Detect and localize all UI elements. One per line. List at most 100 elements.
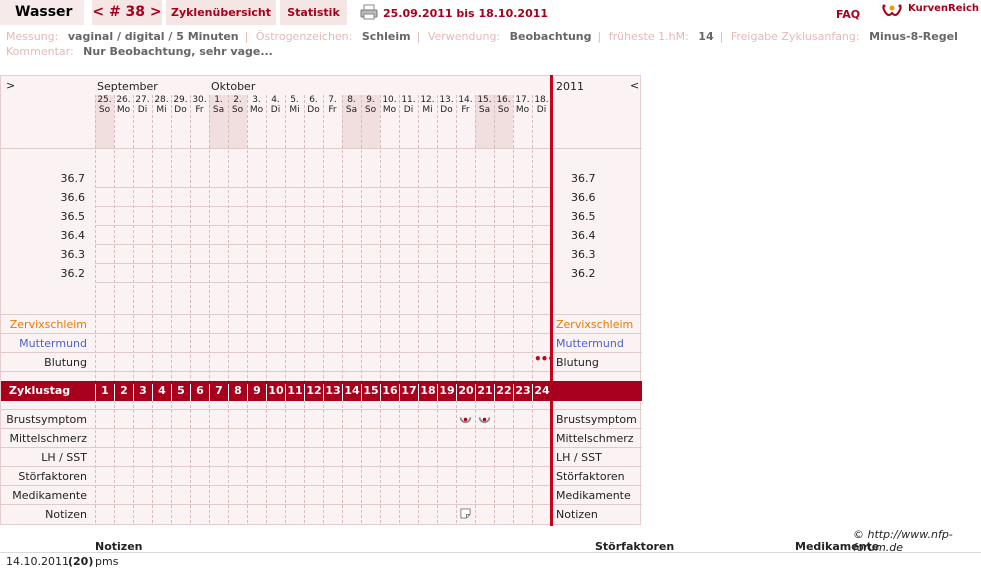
day-header[interactable]: 8. Sa	[342, 95, 361, 149]
faq-link[interactable]: FAQ	[836, 8, 860, 21]
cycle-day-number[interactable]: 6	[190, 384, 209, 401]
tab-statistik[interactable]: Statistik	[280, 0, 347, 25]
day-header[interactable]: 28. Mi	[152, 95, 171, 149]
cycle-day-number[interactable]: 18	[418, 384, 437, 401]
row-label-bottom-0[interactable]: Brustsymptom	[1, 413, 87, 426]
row-label-bottom-right-5[interactable]: Notizen	[556, 508, 598, 521]
day-header[interactable]: 30. Fr	[190, 95, 209, 149]
row-label-bottom-right-3[interactable]: Störfaktoren	[556, 470, 625, 483]
day-header[interactable]: 17. Mo	[513, 95, 532, 149]
logo-text[interactable]: KurvenReich	[908, 3, 979, 14]
row-label-1[interactable]: Muttermund	[1, 337, 87, 350]
cycle-day-number[interactable]: 4	[152, 384, 171, 401]
day-header[interactable]: 29. Do	[171, 95, 190, 149]
row-label-bottom-right-4[interactable]: Medikamente	[556, 489, 631, 502]
day-header[interactable]: 6. Do	[304, 95, 323, 149]
nav-prev[interactable]: >	[6, 79, 15, 92]
printer-icon[interactable]	[360, 4, 378, 20]
day-gridline	[380, 95, 381, 523]
day-header[interactable]: 4. Di	[266, 95, 285, 149]
day-header[interactable]: 14. Fr	[456, 95, 475, 149]
day-header[interactable]: 12. Mi	[418, 95, 437, 149]
temperature-gridline	[95, 225, 551, 226]
meta-line-1: Messung: vaginal / digital / 5 Minuten | …	[6, 30, 958, 43]
cycle-day-number[interactable]: 19	[437, 384, 456, 401]
row-label-bottom-3[interactable]: Störfaktoren	[1, 470, 87, 483]
row-label-0[interactable]: Zervixschleim	[1, 318, 87, 331]
row-label-bottom-right-0[interactable]: Brustsymptom	[556, 413, 637, 426]
row-label-right-1[interactable]: Muttermund	[556, 337, 624, 350]
day-date: 8.	[347, 95, 356, 105]
day-header[interactable]: 3. Mo	[247, 95, 266, 149]
cycle-day-number[interactable]: 16	[380, 384, 399, 401]
day-header[interactable]: 26. Mo	[114, 95, 133, 149]
day-gridline	[171, 95, 172, 523]
day-header[interactable]: 18. Di	[532, 95, 551, 149]
cycle-day-number[interactable]: 13	[323, 384, 342, 401]
temperature-gridline	[95, 206, 551, 207]
cycle-day-number[interactable]: 24	[532, 384, 551, 401]
row-label-2[interactable]: Blutung	[1, 356, 87, 369]
cycle-nav[interactable]: < # 38 >	[92, 0, 162, 25]
day-header[interactable]: 1. Sa	[209, 95, 228, 149]
cycle-day-number[interactable]: 14	[342, 384, 361, 401]
freigabe-value: Minus-8-Regel	[869, 30, 958, 43]
note-text: pms	[95, 555, 119, 568]
freigabe-label: Freigabe Zyklusanfang:	[730, 30, 860, 43]
cycle-day-number[interactable]: 21	[475, 384, 494, 401]
cycle-day-number[interactable]: 20	[456, 384, 475, 401]
day-header[interactable]: 16. So	[494, 95, 513, 149]
day-date: 14.	[458, 95, 473, 105]
cycle-day-number[interactable]: 23	[513, 384, 532, 401]
note-icon[interactable]	[460, 508, 471, 519]
day-weekday: Di	[270, 105, 281, 115]
row-label-bottom-1[interactable]: Mittelschmerz	[1, 432, 87, 445]
cycle-day-number[interactable]: 2	[114, 384, 133, 401]
cycle-chart: > < 2011 25. So 26. Mo 27. Di 28. Mi 29. Do 30. Fr 1…	[0, 75, 642, 526]
day-gridline	[266, 95, 267, 523]
day-gridline	[209, 95, 210, 523]
row-label-bottom-4[interactable]: Medikamente	[1, 489, 87, 502]
nav-next[interactable]: <	[630, 79, 639, 92]
temperature-gridline	[95, 187, 551, 188]
day-header[interactable]: 2. So	[228, 95, 247, 149]
breast-symptom-icon[interactable]	[478, 413, 491, 426]
row-label-bottom-right-1[interactable]: Mittelschmerz	[556, 432, 634, 445]
row-label-bottom-right-2[interactable]: LH / SST	[556, 451, 602, 464]
cycle-day-number[interactable]: 5	[171, 384, 190, 401]
row-label-right-0[interactable]: Zervixschleim	[556, 318, 633, 331]
cycle-day-number[interactable]: 11	[285, 384, 304, 401]
note-cycle-day: (20)	[68, 555, 94, 568]
messung-label: Messung:	[6, 30, 59, 43]
day-gridline	[513, 95, 514, 523]
cycle-day-number[interactable]: 9	[247, 384, 266, 401]
day-date: 29.	[173, 95, 188, 105]
cycle-day-number[interactable]: 17	[399, 384, 418, 401]
day-header[interactable]: 25. So	[95, 95, 114, 149]
cycle-day-number[interactable]: 12	[304, 384, 323, 401]
day-weekday: Di	[403, 105, 414, 115]
cycle-day-number[interactable]: 3	[133, 384, 152, 401]
day-header[interactable]: 27. Di	[133, 95, 152, 149]
cycle-day-number[interactable]: 22	[494, 384, 513, 401]
tab-zyklenuebersicht[interactable]: Zyklenübersicht	[166, 0, 276, 25]
cycle-day-number[interactable]: 1	[95, 384, 114, 401]
row-label-right-2[interactable]: Blutung	[556, 356, 599, 369]
logo-icon[interactable]	[881, 3, 903, 21]
row-label-bottom-2[interactable]: LH / SST	[1, 451, 87, 464]
day-gridline	[190, 95, 191, 523]
day-header[interactable]: 15. Sa	[475, 95, 494, 149]
day-header[interactable]: 13. Do	[437, 95, 456, 149]
cycle-day-number[interactable]: 8	[228, 384, 247, 401]
breast-symptom-icon[interactable]	[459, 413, 472, 426]
day-header[interactable]: 7. Fr	[323, 95, 342, 149]
day-header[interactable]: 10. Mo	[380, 95, 399, 149]
cycle-day-number[interactable]: 7	[209, 384, 228, 401]
day-header[interactable]: 5. Mi	[285, 95, 304, 149]
cycle-day-number[interactable]: 15	[361, 384, 380, 401]
day-weekday: Mi	[156, 105, 167, 115]
day-header[interactable]: 9. So	[361, 95, 380, 149]
day-header[interactable]: 11. Di	[399, 95, 418, 149]
row-label-bottom-5[interactable]: Notizen	[1, 508, 87, 521]
cycle-day-number[interactable]: 10	[266, 384, 285, 401]
